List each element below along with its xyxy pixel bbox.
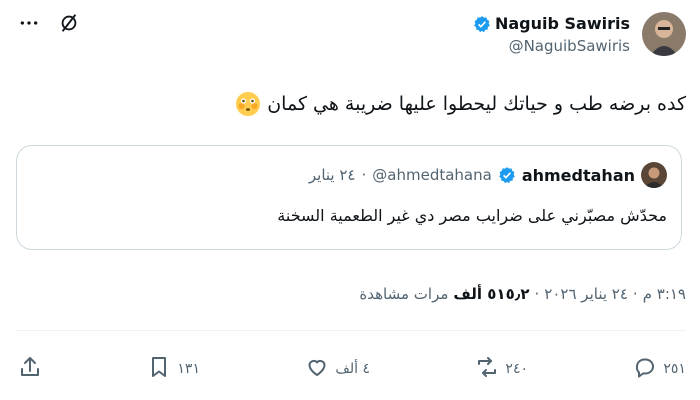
tweet-text-content: كده برضه طب و حياتك ليحطوا عليها ضريبة ه… bbox=[267, 93, 686, 115]
tweet-author: Naguib Sawiris @NaguibSawiris bbox=[473, 12, 686, 56]
bookmark-icon bbox=[147, 355, 171, 383]
reply-icon bbox=[633, 355, 657, 383]
quoted-avatar[interactable] bbox=[641, 162, 667, 188]
verified-badge-icon bbox=[498, 166, 516, 184]
reply-count: ٢٥١ bbox=[663, 361, 686, 377]
bookmark-count: ١٣١ bbox=[177, 361, 200, 377]
bookmark-button[interactable]: ١٣١ bbox=[147, 355, 200, 383]
divider bbox=[16, 330, 686, 331]
flushed-face-emoji-icon bbox=[235, 91, 261, 117]
like-button[interactable]: ٤ ألف bbox=[305, 355, 370, 383]
more-icon[interactable] bbox=[18, 12, 40, 34]
tweet-meta: ٣:١٩ م · ٢٤ يناير ٢٠٢٦ · ٥١٥٫٢ ألف مرات … bbox=[359, 285, 686, 303]
separator-dot: · bbox=[632, 285, 638, 303]
reply-button[interactable]: ٢٥١ bbox=[633, 355, 686, 383]
tweet-text: كده برضه طب و حياتك ليحطوا عليها ضريبة ه… bbox=[235, 91, 686, 117]
heart-icon bbox=[305, 355, 329, 383]
share-icon bbox=[18, 355, 42, 383]
quoted-tweet-text: محدّش مصبّرني على ضرايب مصر دي غير الطعم… bbox=[277, 206, 667, 225]
grok-icon[interactable] bbox=[58, 12, 80, 34]
views-label: مرات مشاهدة bbox=[359, 285, 449, 303]
separator-dot: · bbox=[361, 166, 367, 184]
repost-button[interactable]: ٢٤٠ bbox=[475, 355, 528, 383]
verified-badge-icon bbox=[473, 15, 491, 33]
quoted-timestamp[interactable]: ٢٤ يناير bbox=[309, 166, 356, 184]
action-bar: ١٣١ ٤ ألف ٢٤٠ ٢٥١ bbox=[18, 352, 686, 386]
repost-count: ٢٤٠ bbox=[505, 361, 528, 377]
quoted-tweet-header: ahmedtahan @ahmedtahana · ٢٤ يناير bbox=[309, 162, 667, 188]
top-toolbar bbox=[18, 12, 80, 34]
quoted-author-handle[interactable]: @ahmedtahana bbox=[372, 166, 492, 184]
repost-icon bbox=[475, 355, 499, 383]
quoted-tweet[interactable]: ahmedtahan @ahmedtahana · ٢٤ يناير محدّش… bbox=[16, 145, 682, 250]
avatar[interactable] bbox=[642, 12, 686, 56]
author-handle[interactable]: @NaguibSawiris bbox=[473, 37, 630, 55]
quoted-author-name[interactable]: ahmedtahan bbox=[522, 166, 635, 185]
views-count: ٥١٥٫٢ ألف bbox=[453, 285, 530, 303]
separator-dot: · bbox=[534, 285, 540, 303]
share-button[interactable] bbox=[18, 355, 42, 383]
tweet-time[interactable]: ٣:١٩ م bbox=[643, 285, 686, 303]
author-name[interactable]: Naguib Sawiris bbox=[495, 14, 630, 33]
like-count: ٤ ألف bbox=[335, 361, 371, 377]
tweet-date[interactable]: ٢٤ يناير ٢٠٢٦ bbox=[544, 285, 628, 303]
